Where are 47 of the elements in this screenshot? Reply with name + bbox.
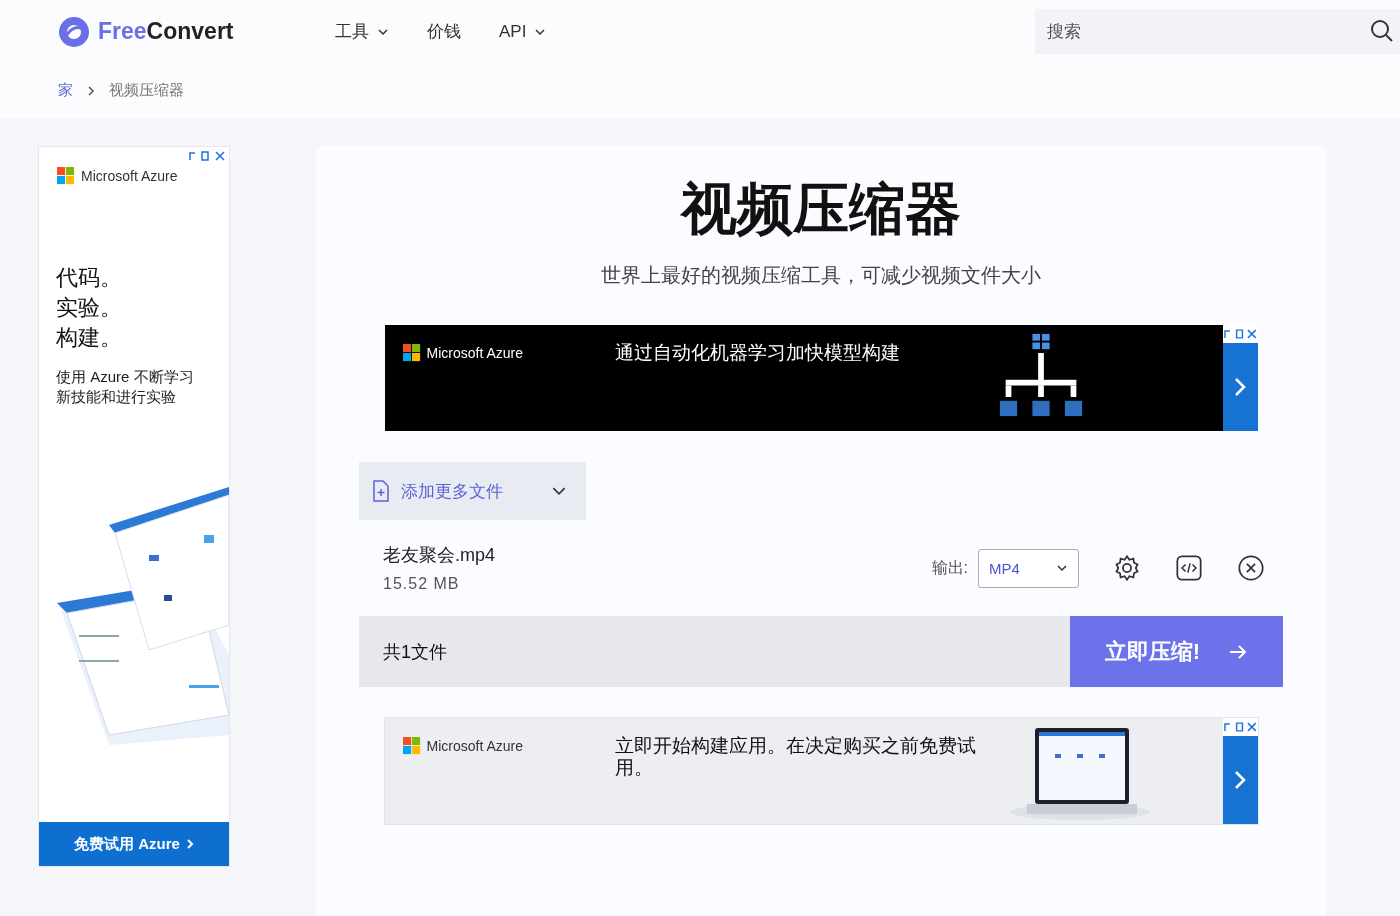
search-icon[interactable]: [1370, 19, 1394, 44]
logo-text[interactable]: FreeConvert: [98, 18, 234, 46]
chevron-icon: [1234, 770, 1246, 790]
breadcrumb-current: 视频压缩器: [109, 81, 184, 101]
output-label: 输出:: [931, 557, 968, 578]
chevron-icon: [1234, 377, 1246, 397]
next-button[interactable]: [1222, 343, 1258, 431]
logo-icon: [402, 737, 421, 755]
logo-icon: [58, 15, 90, 48]
page-subtitle: 世界上最好的视频压缩工具，可减少视频文件大小: [601, 263, 1041, 288]
ad-headline: 实验。: [56, 294, 123, 322]
close-icon[interactable]: [1237, 554, 1265, 582]
chevron-icon: [87, 84, 95, 97]
ad-text: 使用 Azure 不断学习新技能和进行实验: [56, 367, 195, 407]
search-field[interactable]: 搜索: [1035, 9, 1400, 55]
nav-link[interactable]: 工具: [335, 20, 389, 44]
brand-name: Microsoft Azure: [426, 738, 523, 754]
ad-banner[interactable]: Microsoft Azure 代码。 实验。 构建。 使用 Azure 不断学习新技能和进行实验 免费试用 Azure: [38, 146, 230, 867]
logo-icon: [402, 344, 421, 362]
file-count: 共1文件: [383, 640, 447, 664]
chevron-icon: [185, 838, 194, 850]
compress-button[interactable]: 立即压缩!: [1070, 616, 1283, 687]
add-files-button[interactable]: 添加更多文件: [359, 462, 586, 520]
code-icon[interactable]: [1175, 554, 1203, 582]
nav-link[interactable]: 价钱: [427, 20, 461, 44]
ad-choices-icon[interactable]: [1222, 328, 1246, 340]
file-name: 老友聚会.mp4: [383, 544, 497, 567]
nav-link[interactable]: API: [499, 20, 547, 44]
cta-button[interactable]: 免费试用 Azure: [39, 822, 229, 866]
format-dropdown[interactable]: MP4: [978, 548, 1079, 588]
file-add-icon: [371, 480, 391, 502]
logo-icon: [57, 167, 75, 185]
ad-headline: 代码。: [56, 264, 123, 292]
caret-icon: [552, 486, 566, 496]
settings-icon[interactable]: [1113, 554, 1141, 582]
file-size: 15.52 MB: [383, 575, 461, 593]
brand-name: Microsoft Azure: [81, 168, 178, 184]
ad-text: 通过自动化机器学习加快模型构建: [614, 342, 901, 364]
brand-name: Microsoft Azure: [426, 345, 523, 361]
ad-headline: 构建。: [56, 324, 123, 352]
caret-icon: [1056, 564, 1068, 572]
page-title: 视频压缩器: [681, 176, 961, 242]
next-button[interactable]: [1222, 736, 1258, 824]
ad-text: 立即开始构建应用。在决定购买之前免费试用。: [614, 735, 977, 779]
ad-banner[interactable]: Microsoft Azure 立即开始构建应用。在决定购买之前免费试用。: [383, 717, 1259, 825]
ad-banner[interactable]: Microsoft Azure 通过自动化机器学习加快模型构建: [384, 325, 1258, 431]
breadcrumb-link[interactable]: 家: [58, 81, 73, 101]
